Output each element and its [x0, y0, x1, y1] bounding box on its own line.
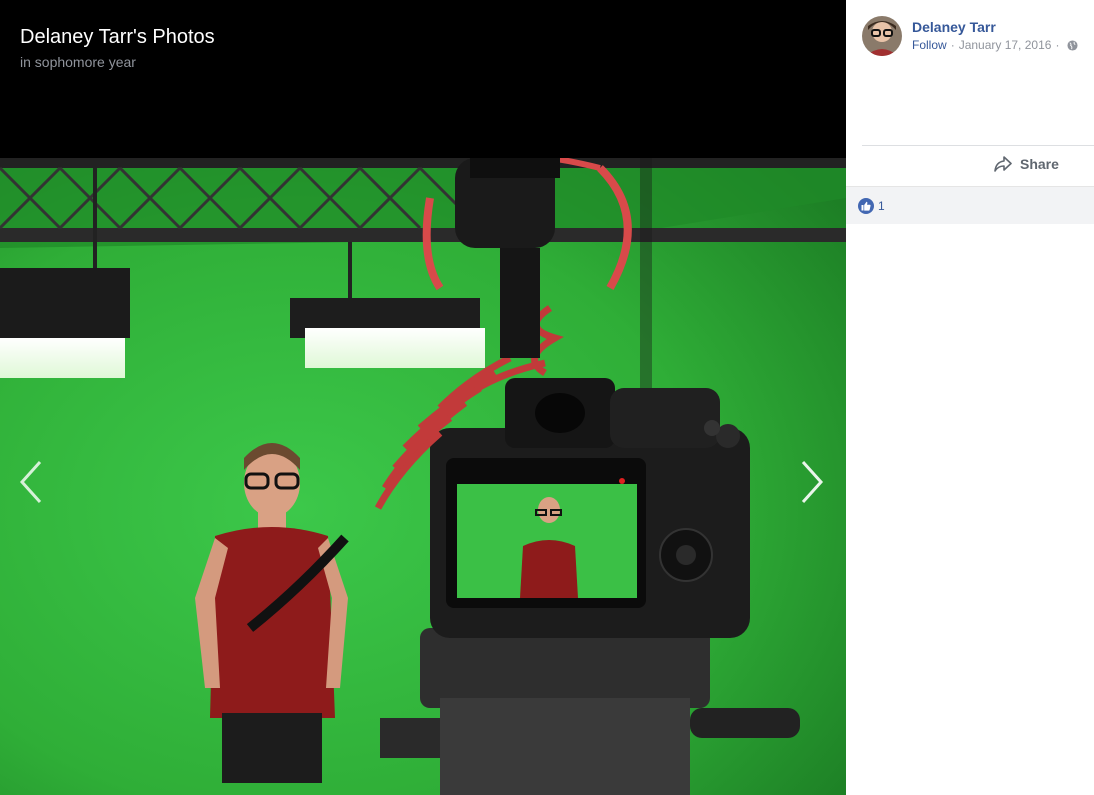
post-sidebar: Delaney Tarr Follow · January 17, 2016 ·… [846, 0, 1094, 795]
share-arrow-icon [994, 156, 1012, 172]
album-subtitle[interactable]: in sophomore year [20, 54, 215, 70]
globe-icon[interactable] [1067, 39, 1078, 51]
follow-link[interactable]: Follow [912, 38, 947, 52]
author-row: Delaney Tarr Follow · January 17, 2016 · [862, 16, 1078, 56]
divider [862, 145, 1094, 146]
author-name[interactable]: Delaney Tarr [912, 18, 1078, 36]
main-photo[interactable] [0, 158, 846, 795]
post-meta-line: Follow · January 17, 2016 · [912, 38, 1078, 52]
photo-viewer: Delaney Tarr's Photos in sophomore year [0, 0, 846, 795]
like-icon[interactable] [858, 197, 874, 214]
next-photo-button[interactable] [797, 458, 827, 506]
post-date[interactable]: January 17, 2016 [959, 38, 1052, 52]
previous-photo-button[interactable] [16, 458, 46, 506]
author-meta: Delaney Tarr Follow · January 17, 2016 · [912, 18, 1078, 56]
reaction-count[interactable]: 1 [878, 199, 885, 213]
chevron-right-icon [801, 460, 824, 504]
meta-separator: · [1055, 38, 1060, 52]
share-label: Share [1020, 156, 1059, 172]
reactions-bar: 1 [846, 186, 1094, 224]
meta-separator: · [950, 38, 955, 52]
chevron-left-icon [19, 460, 42, 504]
avatar[interactable] [862, 16, 902, 56]
share-button[interactable]: Share [994, 156, 1059, 172]
viewer-header: Delaney Tarr's Photos in sophomore year [20, 24, 215, 70]
album-title[interactable]: Delaney Tarr's Photos [20, 24, 215, 50]
